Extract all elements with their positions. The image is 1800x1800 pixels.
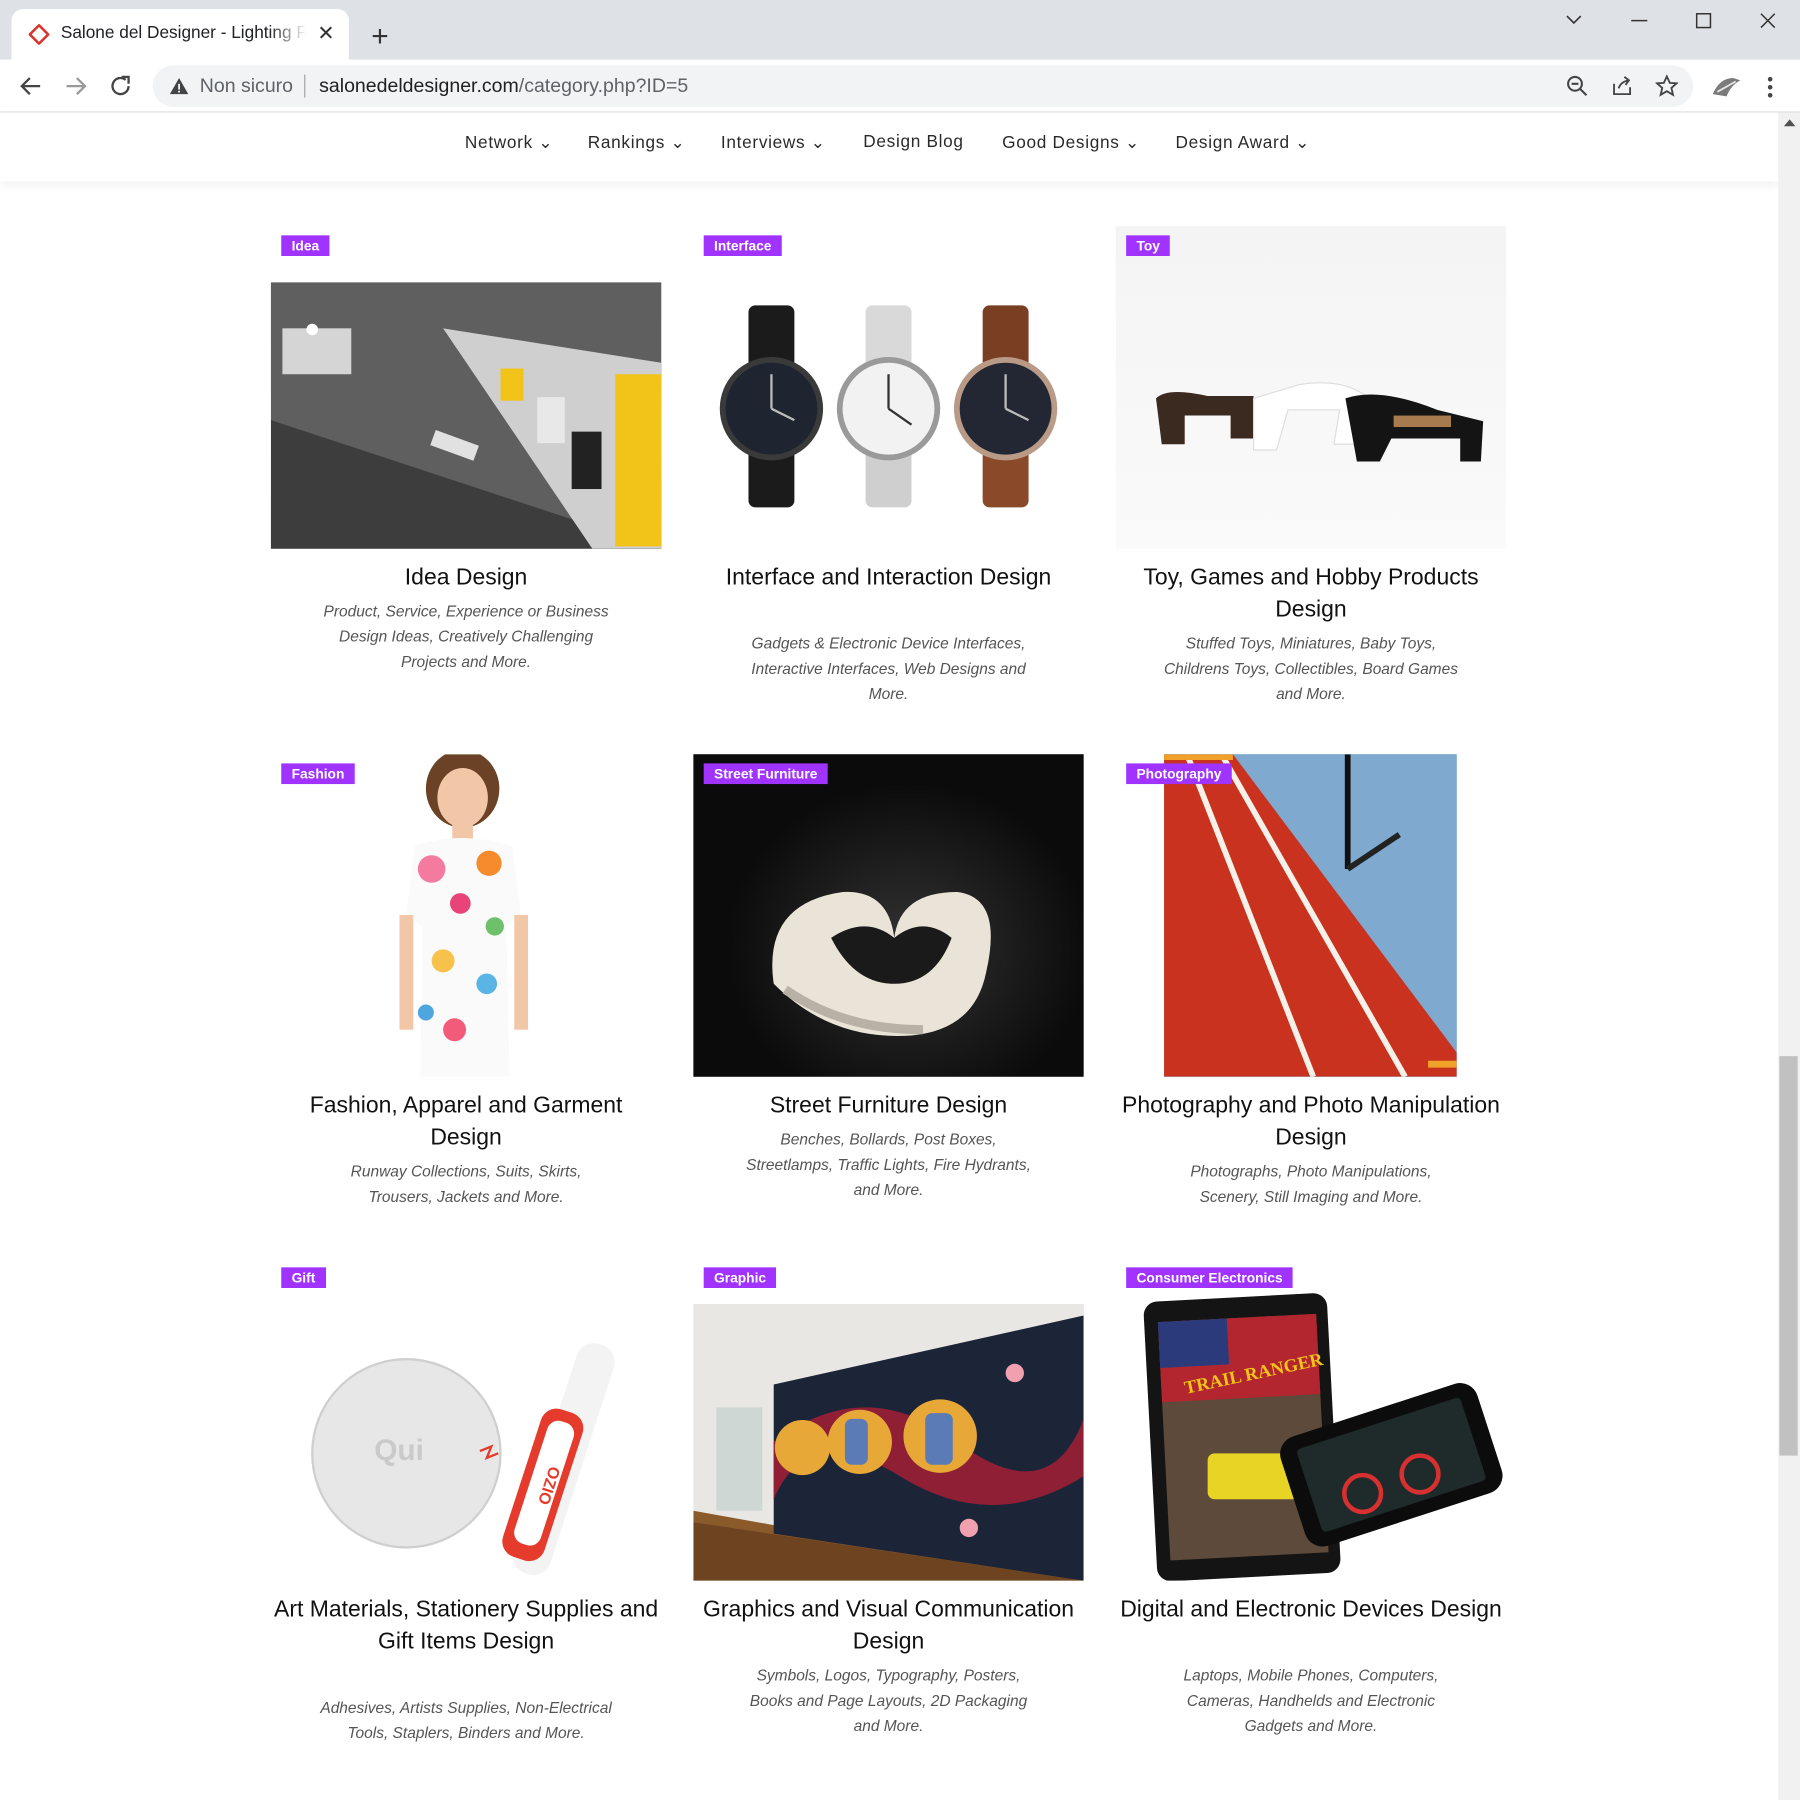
share-icon[interactable]: [1611, 75, 1634, 98]
nav-design-blog[interactable]: Design Blog: [863, 132, 963, 152]
category-badge[interactable]: Consumer Electronics: [1126, 1267, 1294, 1289]
card-title[interactable]: Interface and Interaction Design: [693, 562, 1083, 594]
graphic-thumbnail[interactable]: [693, 1304, 1084, 1581]
nav-network[interactable]: Network ⌄: [465, 132, 554, 153]
idea-thumbnail[interactable]: [270, 282, 662, 549]
card-description: Photographs, Photo Manipulations, Scener…: [1190, 1162, 1432, 1206]
nav-rankings[interactable]: Rankings ⌄: [588, 132, 686, 153]
card-description: Laptops, Mobile Phones, Computers, Camer…: [1183, 1666, 1439, 1735]
card-description: Adhesives, Artists Supplies, Non-Electri…: [320, 1698, 612, 1742]
nav-design-award[interactable]: Design Award ⌄: [1176, 132, 1311, 153]
category-badge[interactable]: Graphic: [703, 1267, 777, 1289]
browser-window: Salone del Designer - Lighting Products …: [0, 0, 1800, 1800]
extension-icon[interactable]: [1710, 73, 1742, 101]
card-title[interactable]: Idea Design: [271, 562, 661, 594]
interface-thumbnail[interactable]: [693, 282, 1084, 549]
new-tab-button[interactable]: +: [365, 21, 395, 51]
card-description: Benches, Bollards, Post Boxes, Streetlam…: [746, 1130, 1031, 1199]
site-navigation: Network ⌄ Rankings ⌄ Interviews ⌄ Design…: [0, 112, 1779, 182]
back-icon[interactable]: [15, 70, 47, 102]
card-description: Symbols, Logos, Typography, Posters, Boo…: [749, 1666, 1028, 1735]
minimize-icon[interactable]: [1623, 7, 1655, 35]
nav-interviews[interactable]: Interviews ⌄: [721, 132, 826, 153]
gift-product-text: Qui: [374, 1434, 424, 1467]
card-description: Runway Collections, Suits, Skirts, Trous…: [350, 1162, 582, 1206]
category-badge[interactable]: Toy: [1126, 235, 1171, 256]
maximize-icon[interactable]: [1687, 7, 1719, 35]
fashion-thumbnail[interactable]: [316, 754, 616, 1077]
url-text[interactable]: salonedeldesigner.com/category.php?ID=5: [319, 75, 688, 98]
forward-icon[interactable]: [60, 70, 92, 102]
card-title[interactable]: Fashion, Apparel and Garment Design: [271, 1091, 661, 1154]
close-window-icon[interactable]: [1752, 7, 1784, 35]
warning-icon: [169, 78, 189, 95]
card-description: Gadgets & Electronic Device Interfaces, …: [751, 634, 1026, 703]
category-badge[interactable]: Photography: [1126, 763, 1232, 785]
tab-title: Salone del Designer - Lighting Products: [60, 22, 307, 43]
card-description: Product, Service, Experience or Business…: [323, 602, 609, 671]
card-title[interactable]: Art Materials, Stationery Supplies and G…: [271, 1595, 661, 1658]
nav-good-designs[interactable]: Good Designs ⌄: [1002, 132, 1140, 153]
address-bar[interactable]: Non sicuro salonedeldesigner.com/categor…: [152, 65, 1694, 107]
reload-icon[interactable]: [104, 70, 136, 102]
tab-close-icon[interactable]: ✕: [315, 22, 338, 45]
card-title[interactable]: Photography and Photo Manipulation Desig…: [1116, 1091, 1506, 1154]
url-path: /category.php?ID=5: [518, 74, 689, 97]
zoom-icon[interactable]: [1566, 75, 1589, 98]
scrollbar-track[interactable]: [1778, 112, 1800, 1800]
card-title[interactable]: Toy, Games and Hobby Products Design: [1116, 562, 1506, 625]
card-title[interactable]: Street Furniture Design: [693, 1091, 1083, 1123]
category-badge[interactable]: Fashion: [281, 763, 355, 785]
category-badge[interactable]: Interface: [703, 235, 782, 256]
gift-thumbnail[interactable]: Qui OZIO: [270, 1304, 662, 1581]
url-domain: salonedeldesigner.com: [319, 74, 519, 97]
scroll-up-icon[interactable]: [1783, 119, 1796, 127]
browser-toolbar: Non sicuro salonedeldesigner.com/categor…: [0, 59, 1800, 113]
card-title[interactable]: Graphics and Visual Communication Design: [693, 1595, 1083, 1658]
star-icon[interactable]: [1655, 74, 1679, 98]
divider: [304, 74, 306, 98]
consumer-electronics-thumbnail[interactable]: TRAIL RANGER: [1115, 1292, 1507, 1581]
category-badge[interactable]: Idea: [281, 235, 330, 256]
favicon-icon: [28, 24, 50, 45]
toy-thumbnail[interactable]: [1115, 226, 1507, 549]
card-title[interactable]: Digital and Electronic Devices Design: [1116, 1595, 1506, 1627]
browser-tab[interactable]: Salone del Designer - Lighting Products …: [11, 9, 349, 60]
tab-search-icon[interactable]: [1558, 7, 1590, 35]
card-description: Stuffed Toys, Miniatures, Baby Toys, Chi…: [1163, 634, 1458, 703]
scrollbar-thumb[interactable]: [1779, 1056, 1798, 1456]
security-label[interactable]: Non sicuro: [200, 75, 293, 98]
category-badge[interactable]: Street Furniture: [703, 763, 828, 785]
menu-icon[interactable]: [1756, 73, 1784, 101]
photography-thumbnail[interactable]: [1164, 754, 1457, 1077]
street-furniture-thumbnail[interactable]: [693, 754, 1084, 1077]
category-badge[interactable]: Gift: [281, 1267, 326, 1289]
tab-strip: Salone del Designer - Lighting Products …: [0, 0, 1800, 60]
